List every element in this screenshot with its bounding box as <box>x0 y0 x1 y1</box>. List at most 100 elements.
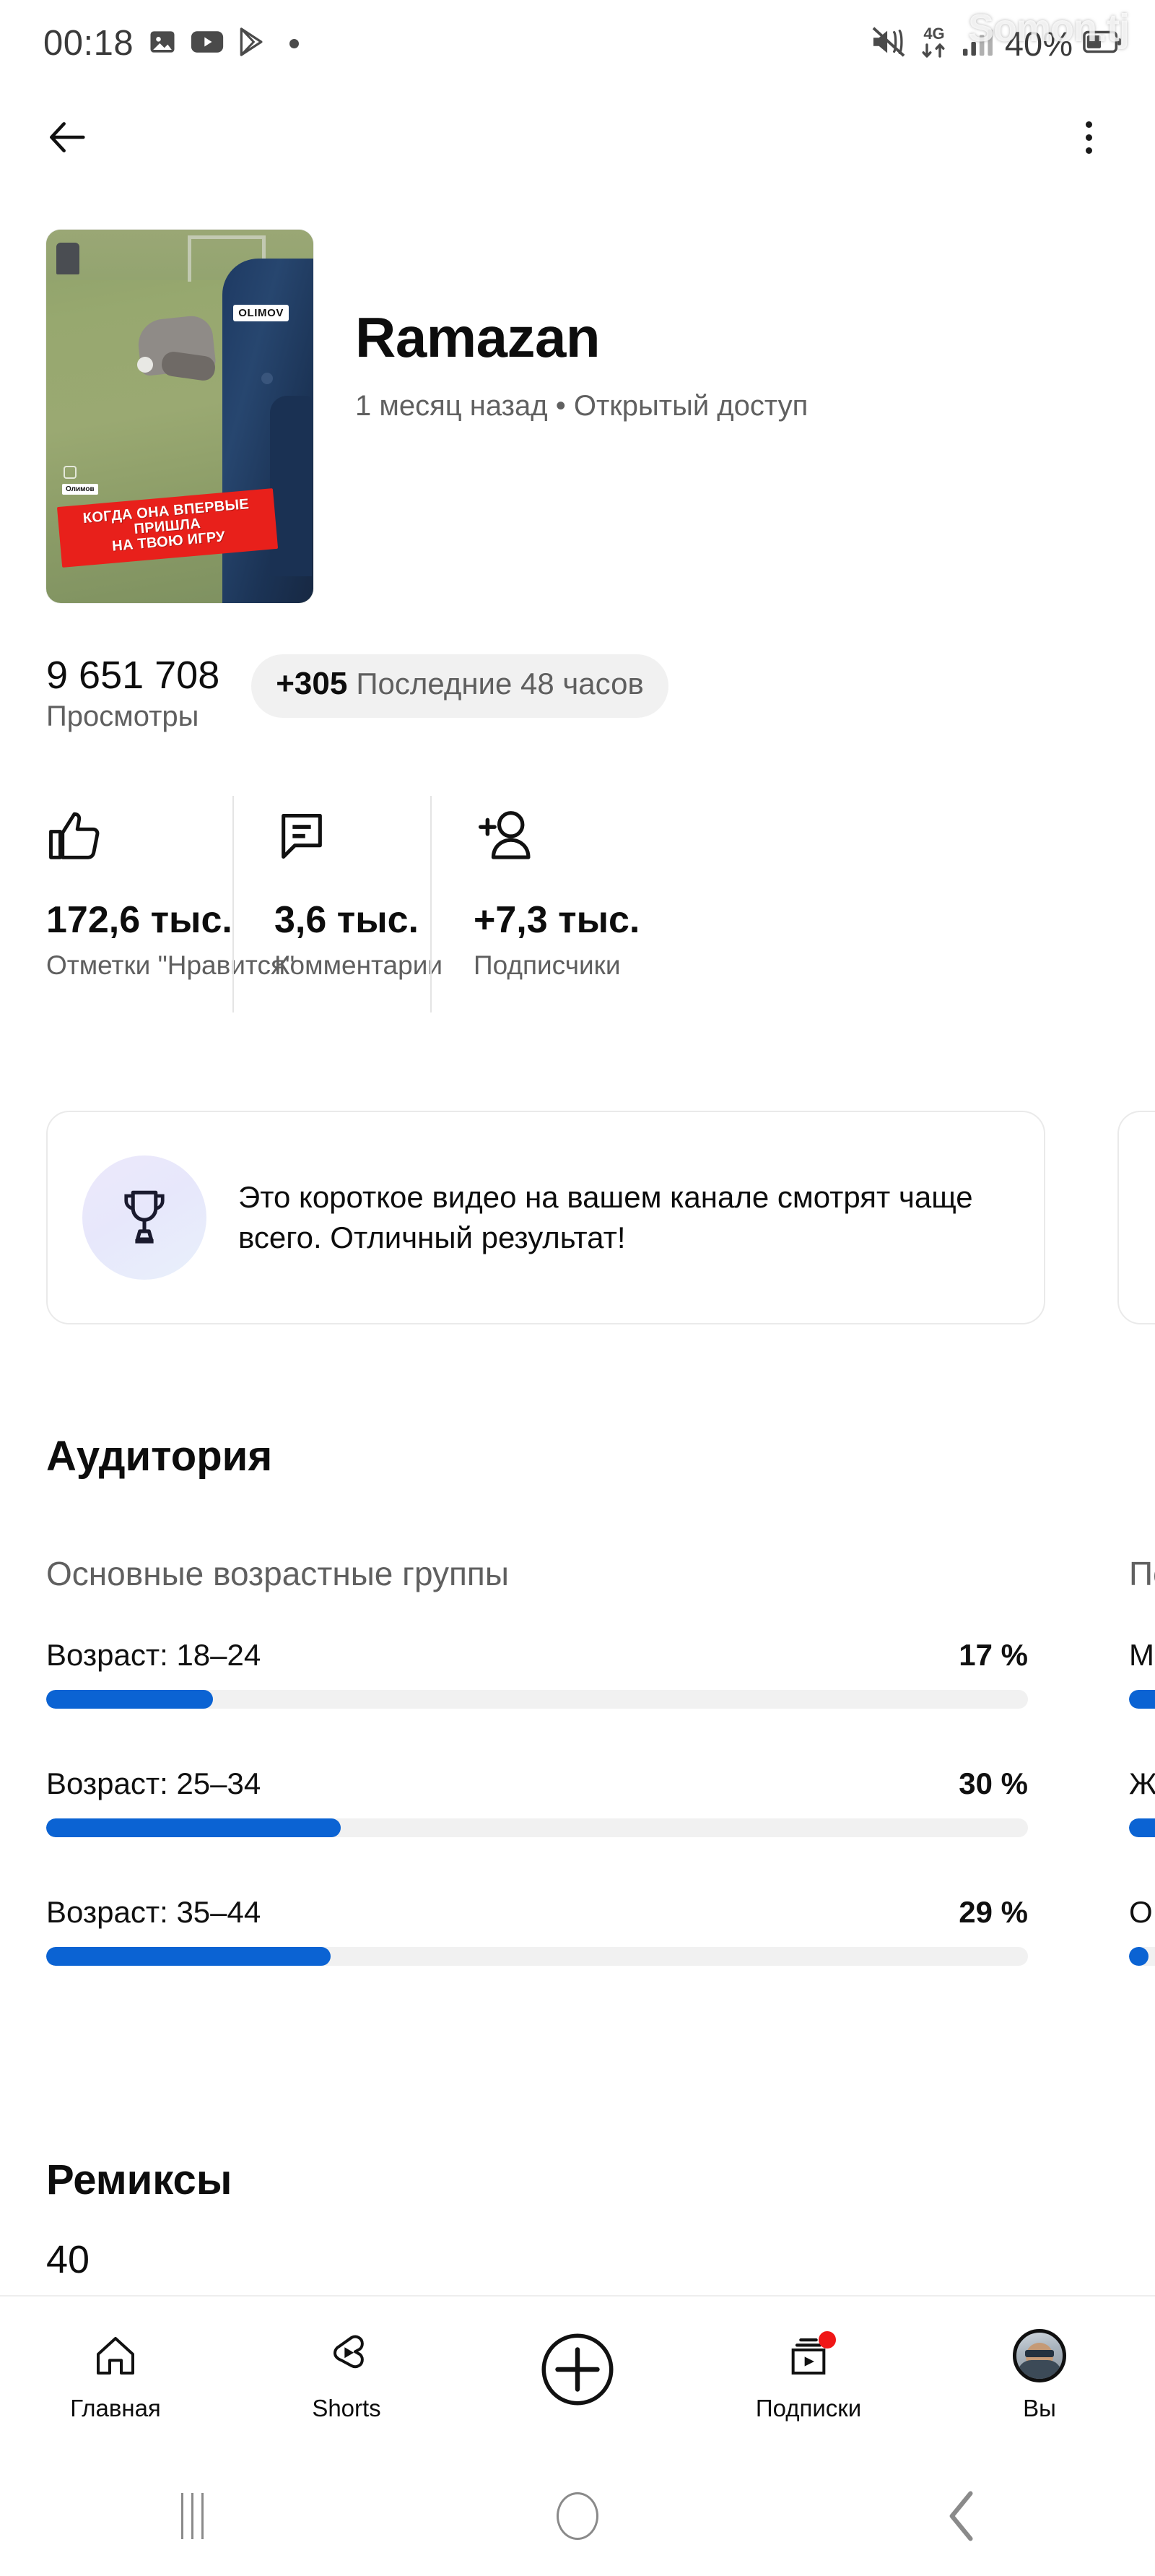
recent-views-value: +305 <box>276 666 348 701</box>
gender-bar-label: Ж <box>1129 1766 1155 1800</box>
insight-card[interactable]: Это короткое видео на вашем канале смотр… <box>46 1111 1045 1324</box>
more-vertical-icon[interactable] <box>1065 114 1112 160</box>
nav-label-you: Вы <box>1023 2395 1056 2421</box>
recents-icon[interactable] <box>0 2492 385 2539</box>
thumbnail-small-badge-icon <box>64 466 77 479</box>
age-bar-track <box>46 1818 1028 1837</box>
video-header: OLIMOV Олимов КОГДА ОНА ВПЕРВЫЕ ПРИШЛА Н… <box>0 230 1155 603</box>
metric-divider <box>232 796 234 1012</box>
metric-likes: 172,6 тыс. Отметки "Нравится" <box>46 802 295 981</box>
back-arrow-icon[interactable] <box>45 114 91 160</box>
gender-bar-head: Ж <box>1129 1766 1155 1801</box>
age-bar-fill <box>46 1947 331 1966</box>
nav-label-subscriptions: Подписки <box>755 2395 862 2421</box>
age-bar-head: Возраст: 35–44 29 % <box>46 1895 1028 1930</box>
age-bar-value: 29 % <box>959 1895 1028 1929</box>
network-4g-icon: 4G <box>917 23 951 64</box>
status-bar-notification-icons <box>147 26 300 61</box>
age-bar-head: Возраст: 25–34 30 % <box>46 1766 1028 1801</box>
age-bar-fill <box>46 1818 341 1837</box>
insight-card-text: Это короткое видео на вашем канале смотр… <box>238 1180 973 1254</box>
gallery-icon <box>147 26 178 61</box>
nav-label-home: Главная <box>70 2395 161 2421</box>
system-navigation-bar <box>0 2455 1155 2576</box>
age-bar-label: Возраст: 18–24 <box>46 1638 261 1672</box>
add-person-icon <box>474 802 641 871</box>
dot-separator-icon <box>289 38 300 48</box>
insight-card-next[interactable] <box>1117 1111 1155 1324</box>
gender-bar-row: Ж <box>1129 1766 1155 1837</box>
gender-bar-row: О <box>1129 1895 1155 1966</box>
age-bar-row: Возраст: 25–34 30 % <box>46 1766 1028 1837</box>
mute-icon <box>871 25 907 62</box>
video-meta: Ramazan 1 месяц назад • Открытый доступ <box>313 230 808 422</box>
remixes-count: 40 <box>46 2238 90 2281</box>
gender-bar-head: О <box>1129 1895 1155 1930</box>
back-chevron-icon[interactable] <box>770 2489 1155 2543</box>
nav-item-create[interactable] <box>462 2333 693 2408</box>
thumbnail-watermark-large: OLIMOV <box>233 305 289 321</box>
age-bar-label: Возраст: 35–44 <box>46 1895 261 1929</box>
metric-divider <box>430 796 432 1012</box>
gender-bar-label: О <box>1129 1895 1153 1929</box>
status-bar-right: 4G 40% <box>871 23 1122 64</box>
remixes-section-title: Ремиксы <box>46 2156 232 2203</box>
nav-item-subscriptions[interactable]: Подписки <box>693 2330 924 2422</box>
video-subtitle: 1 месяц назад • Открытый доступ <box>355 390 808 422</box>
thumbnail-ball <box>137 357 153 373</box>
insight-cards-carousel[interactable]: Это короткое видео на вашем канале смотр… <box>0 1111 1155 1349</box>
age-bar-track <box>46 1947 1028 1966</box>
play-store-icon <box>236 26 268 61</box>
recent-views-label: Последние 48 часов <box>356 667 644 701</box>
nav-item-you[interactable]: Вы <box>924 2329 1155 2422</box>
metric-subscribers-label: Подписчики <box>474 950 621 980</box>
avatar <box>1013 2329 1066 2382</box>
gender-bar-track <box>1129 1947 1155 1966</box>
age-bar-track <box>46 1690 1028 1709</box>
subscriptions-badge-dot <box>819 2331 836 2349</box>
battery-icon <box>1083 29 1122 58</box>
age-groups-chart: Основные возрастные группы Возраст: 18–2… <box>46 1554 1028 2024</box>
audience-charts: Основные возрастные группы Возраст: 18–2… <box>46 1554 1155 2024</box>
thumbnail-watermark-small: Олимов <box>62 484 98 495</box>
views-block: 9 651 708 Просмотры <box>46 650 219 733</box>
metric-likes-label: Отметки "Нравится" <box>46 950 295 980</box>
gender-bar-head: М <box>1129 1638 1155 1673</box>
views-label: Просмотры <box>46 701 199 733</box>
subscriptions-icon <box>785 2330 836 2382</box>
metric-comments-value: 3,6 тыс. <box>274 899 419 941</box>
app-screen: 00:18 4G 40% Somon.tj OLIMOV Олимов КОГД… <box>0 0 1155 2576</box>
bottom-navigation-bar: Главная Shorts Подписки Вы <box>0 2295 1155 2455</box>
age-bar-head: Возраст: 18–24 17 % <box>46 1638 1028 1673</box>
age-bar-value: 30 % <box>959 1766 1028 1800</box>
status-bar-left: 00:18 <box>43 23 300 64</box>
age-bar-row: Возраст: 18–24 17 % <box>46 1638 1028 1709</box>
home-circle-icon[interactable] <box>385 2492 770 2540</box>
nav-label-shorts: Shorts <box>312 2395 381 2421</box>
gender-bar-fill <box>1129 1690 1155 1709</box>
shorts-icon <box>323 2330 370 2382</box>
gender-subtitle: Пол <box>1129 1555 1155 1592</box>
account-avatar-icon <box>1013 2329 1066 2382</box>
nav-item-home[interactable]: Главная <box>0 2330 231 2422</box>
battery-percent-label: 40% <box>1004 24 1073 63</box>
create-plus-icon <box>538 2333 617 2406</box>
gender-bar-row: М <box>1129 1638 1155 1709</box>
thumbnail-person-far <box>56 243 79 274</box>
views-summary: 9 651 708 Просмотры +305 Последние 48 ча… <box>0 650 1155 733</box>
video-thumbnail[interactable]: OLIMOV Олимов КОГДА ОНА ВПЕРВЫЕ ПРИШЛА Н… <box>46 230 313 603</box>
metric-likes-value: 172,6 тыс. <box>46 899 232 941</box>
age-bar-fill <box>46 1690 214 1709</box>
comment-icon <box>274 802 424 871</box>
recent-views-badge: +305 Последние 48 часов <box>251 654 668 718</box>
age-bar-value: 17 % <box>959 1638 1028 1672</box>
metric-subscribers: +7,3 тыс. Подписчики <box>430 796 670 1012</box>
age-bar-row: Возраст: 35–44 29 % <box>46 1895 1028 1966</box>
gender-bar-track <box>1129 1690 1155 1709</box>
views-count: 9 651 708 <box>46 654 220 697</box>
svg-text:4G: 4G <box>923 25 944 43</box>
page-title: Ramazan <box>355 305 600 369</box>
gender-bar-track <box>1129 1818 1155 1837</box>
nav-item-shorts[interactable]: Shorts <box>231 2330 462 2422</box>
gender-bar-fill <box>1129 1818 1155 1837</box>
